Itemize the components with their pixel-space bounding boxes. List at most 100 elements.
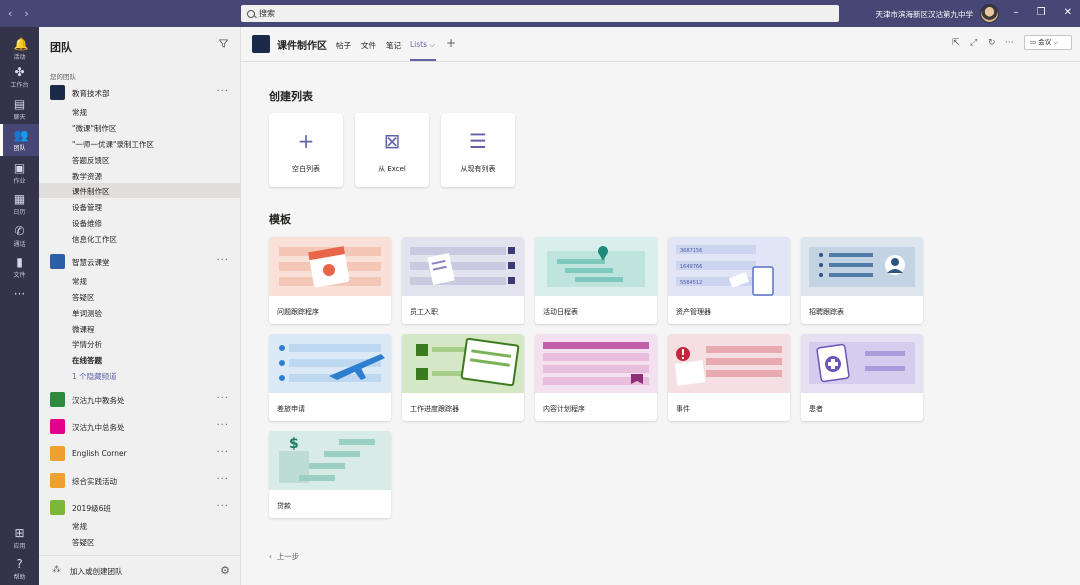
template-card-issue-tracker[interactable]: 问题跟踪程序 [269, 237, 391, 324]
meet-button[interactable]: ▭ 会议 ⌵ [1024, 35, 1072, 50]
template-card-travel-request[interactable]: 差旅申请 [269, 334, 391, 421]
chevron-left-icon: ‹ [269, 552, 277, 561]
list-icon: ☰ [469, 129, 487, 153]
apps-icon: ✤ [14, 65, 25, 79]
forward-arrow-icon[interactable]: › [24, 7, 28, 20]
template-card-incidents[interactable]: 事件 [668, 334, 790, 421]
asset-code: 1649766 [680, 264, 702, 270]
minimize-icon[interactable]: – [1014, 7, 1019, 18]
avatar[interactable] [980, 4, 999, 23]
appbar-assignments[interactable]: ▣ 作业 [0, 157, 39, 189]
channel-item[interactable]: 设备维修 [72, 218, 102, 229]
template-card-onboarding[interactable]: 员工入职 [402, 237, 524, 324]
create-blank-list-card[interactable]: + 空白列表 [269, 113, 343, 187]
template-card-patients[interactable]: 患者 [801, 334, 923, 421]
add-tab-icon[interactable]: + [446, 36, 456, 50]
channel-item[interactable]: 答疑区 [72, 537, 95, 548]
team-row[interactable]: 2019级6班 ··· [39, 499, 241, 517]
team-row[interactable]: 汉沽九中总务处 ··· [39, 418, 241, 436]
team-avatar [50, 446, 65, 461]
refresh-icon[interactable]: ↻ [988, 38, 996, 48]
more-options-icon[interactable]: ··· [216, 447, 229, 458]
appbar-store[interactable]: ⊞ 应用 [0, 522, 39, 554]
create-from-excel-card[interactable]: ⊠ 从 Excel [355, 113, 429, 187]
more-options-icon[interactable]: ··· [216, 474, 229, 485]
channel-item[interactable]: 常规 [72, 521, 87, 532]
back-button[interactable]: ‹ 上一步 [269, 551, 299, 562]
template-card-recruitment-tracker[interactable]: 招聘跟踪表 [801, 237, 923, 324]
more-options-icon[interactable]: ··· [216, 420, 229, 431]
channel-item[interactable]: 在线答题 [72, 355, 102, 366]
more-options-icon[interactable]: ··· [216, 501, 229, 512]
team-row[interactable]: 汉沽九中教务处 ··· [39, 391, 241, 409]
channel-item[interactable]: 微课程 [72, 324, 95, 335]
gear-icon[interactable]: ⚙ [220, 564, 230, 577]
assignments-icon: ▣ [13, 161, 26, 175]
panel-footer: ⁂ 加入或创建团队 ⚙ [39, 555, 241, 585]
more-options-icon[interactable]: ··· [216, 255, 229, 266]
more-options-icon[interactable]: ··· [1005, 38, 1014, 48]
dollar-icon: $ [269, 431, 391, 490]
channel-item-selected[interactable]: 课件制作区 [72, 186, 110, 197]
more-apps-icon: ··· [13, 287, 26, 301]
meet-label: 会议 ⌵ [1038, 38, 1059, 46]
appbar-more[interactable]: ··· [0, 283, 39, 315]
tab-posts[interactable]: 帖子 [336, 40, 351, 51]
app-bar: 🔔 活动 ✤ 工作台 ▤ 聊天 👥 团队 ▣ 作业 ▦ 日历 ✆ 通话 ▮ 文件 ··· ⊞ 应用… [0, 27, 39, 585]
appbar-workbench[interactable]: ✤ 工作台 [0, 61, 39, 93]
channel-item[interactable]: 信息化工作区 [72, 234, 117, 245]
back-arrow-icon[interactable]: ‹ [8, 7, 12, 20]
channel-item[interactable]: "微课"制作区 [72, 123, 116, 134]
appbar-label: 作业 [13, 178, 26, 185]
channel-item[interactable]: 答疑区 [72, 292, 95, 303]
team-row[interactable]: 教育技术部 ··· [39, 84, 241, 102]
more-options-icon[interactable]: ··· [216, 86, 229, 97]
channel-item[interactable]: 常规 [72, 276, 87, 287]
airplane-icon [269, 334, 391, 393]
channel-item[interactable]: 常规 [72, 107, 87, 118]
channel-item[interactable]: 设备管理 [72, 202, 102, 213]
appbar-files[interactable]: ▮ 文件 [0, 251, 39, 283]
template-card-content-planner[interactable]: 内容计划程序 [535, 334, 657, 421]
team-row[interactable]: English Corner ··· [39, 445, 241, 463]
appbar-calls[interactable]: ✆ 通话 [0, 220, 39, 252]
map-pin-icon [535, 237, 657, 296]
channel-item[interactable]: 答题反馈区 [72, 155, 110, 166]
asset-code: 5564512 [680, 280, 702, 286]
person-icon [801, 237, 923, 296]
appbar-chat[interactable]: ▤ 聊天 [0, 93, 39, 125]
appbar-teams[interactable]: 👥 团队 [0, 124, 39, 156]
expand-icon[interactable]: ⤢ [970, 38, 977, 48]
template-card-loans[interactable]: $ 贷款 [269, 431, 391, 518]
template-label: 差旅申请 [277, 405, 305, 413]
appbar-label: 团队 [13, 145, 26, 152]
filter-icon[interactable] [219, 39, 228, 48]
open-external-icon[interactable]: ⇱ [952, 38, 960, 48]
more-options-icon[interactable]: ··· [216, 393, 229, 404]
team-name: English Corner [72, 449, 127, 458]
appbar-help[interactable]: ? 帮助 [0, 553, 39, 585]
join-create-team-link[interactable]: 加入或创建团队 [70, 566, 123, 577]
tab-lists[interactable]: Lists ⌵ [410, 40, 435, 50]
channel-item[interactable]: 教学资源 [72, 171, 102, 182]
close-icon[interactable]: ✕ [1064, 7, 1072, 18]
team-name: 2019级6班 [72, 504, 111, 513]
search-input[interactable]: 搜索 [241, 5, 839, 22]
create-from-existing-card[interactable]: ☰ 从现有列表 [441, 113, 515, 187]
restore-icon[interactable]: ❐ [1037, 7, 1046, 18]
hidden-channels-link[interactable]: 1 个隐藏频道 [72, 371, 117, 382]
tab-files[interactable]: 文件 [361, 40, 376, 51]
template-label: 内容计划程序 [543, 405, 585, 413]
template-card-asset-manager[interactable]: 3687156 1649766 5564512 资产管理器 [668, 237, 790, 324]
channel-item[interactable]: 单词测验 [72, 308, 102, 319]
tab-notes[interactable]: 笔记 [386, 40, 401, 51]
appbar-calendar[interactable]: ▦ 日历 [0, 188, 39, 220]
channel-item[interactable]: "一师一优课"录制工作区 [72, 139, 154, 150]
team-row[interactable]: 智慧云课堂 ··· [39, 253, 241, 271]
document-icon [402, 237, 524, 296]
channel-item[interactable]: 学情分析 [72, 339, 102, 350]
team-row[interactable]: 综合实践活动 ··· [39, 472, 241, 490]
chat-icon: ▤ [13, 97, 26, 111]
template-card-event-itinerary[interactable]: 活动日程表 [535, 237, 657, 324]
template-card-work-progress[interactable]: 工作进度跟踪器 [402, 334, 524, 421]
